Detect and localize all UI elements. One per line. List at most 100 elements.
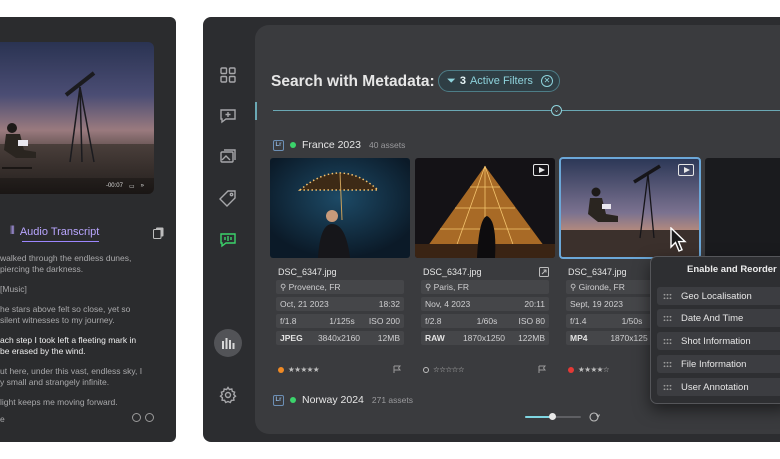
rating-stars: ★★★★☆	[578, 365, 610, 374]
flag-icon[interactable]	[393, 365, 402, 374]
timeline-knob[interactable]: ⌄	[551, 105, 562, 116]
zoom-slider[interactable]	[525, 409, 605, 425]
asset-thumbnail[interactable]	[415, 158, 555, 258]
minus-circle-icon[interactable]	[132, 413, 141, 422]
grid-icon[interactable]	[219, 66, 237, 84]
asset-shutter: 1/50s	[621, 316, 643, 326]
asset-shutter: 1/60s	[476, 316, 498, 326]
drag-handle-icon[interactable]	[663, 360, 672, 368]
statistics-button[interactable]	[214, 329, 242, 357]
asset-date: Oct, 21 2023	[280, 299, 329, 309]
album-header-france[interactable]: Lr France 2023 40 assets	[273, 139, 405, 151]
settings-gear-icon[interactable]	[219, 386, 237, 404]
footer-marker: e	[0, 414, 5, 424]
flag-icon[interactable]	[538, 365, 547, 374]
color-label-dot[interactable]	[423, 366, 429, 373]
skip-forward-icon[interactable]: »	[141, 183, 144, 189]
transcript-line: walked through the endless dunes,	[0, 253, 132, 263]
rotate-icon[interactable]	[588, 411, 600, 423]
video-player[interactable]: -00:07 ▭ »	[0, 42, 154, 194]
copy-icon[interactable]	[153, 227, 164, 239]
zoom-fill	[525, 416, 552, 418]
video-play-icon	[533, 164, 549, 176]
transcript-line: [Music]	[0, 284, 27, 294]
asset-card[interactable]: DSC_6347.jpg ⚲ Paris, FR Nov, 4 2023 20:1…	[415, 158, 555, 374]
asset-thumbnail[interactable]	[270, 158, 410, 258]
waveform-icon: ⦀	[10, 225, 15, 237]
asset-time: 20:11	[524, 299, 545, 309]
person-figure	[2, 123, 36, 169]
video-play-icon	[678, 164, 694, 176]
lightroom-icon: Lr	[273, 394, 284, 406]
page-title: Search with Metadata:	[271, 73, 435, 90]
menu-item-file-information[interactable]: File Information	[657, 355, 780, 373]
asset-rating[interactable]: ★★★★★	[278, 365, 320, 374]
shot-row: f/2.8 1/60s ISO 80	[421, 314, 549, 328]
zoom-knob[interactable]	[548, 413, 556, 420]
tag-icon[interactable]	[219, 189, 237, 207]
rating-stars: ★★★★★	[288, 365, 320, 374]
filter-label: Active Filters	[469, 75, 533, 87]
transcript-line-highlighted: ach step I took left a fleeting mark in	[0, 335, 137, 345]
active-filters-chip[interactable]: ⏷ 3 Active Filters ✕	[438, 70, 560, 92]
file-row: RAW 1870x1250 122MB	[421, 331, 549, 345]
geo-row: ⚲ Paris, FR	[421, 280, 549, 294]
asset-resolution: 3840x2160	[317, 333, 361, 343]
asset-time: 18:32	[378, 299, 400, 309]
menu-item-label: Geo Localisation	[681, 290, 752, 302]
transcript-controls	[132, 413, 154, 422]
transcript-line: piercing the darkness.	[0, 264, 84, 274]
menu-item-label: Shot Information	[681, 335, 751, 347]
status-dot	[290, 397, 296, 403]
telescope-figure	[64, 71, 96, 163]
transcript-line: light keeps me moving forward.	[0, 397, 118, 407]
asset-iso: ISO 80	[518, 316, 545, 326]
asset-rating[interactable]: ☆☆☆☆☆	[423, 365, 465, 374]
asset-format: JPEG	[280, 333, 303, 343]
color-label-dot[interactable]	[568, 366, 574, 373]
accent-marker	[255, 102, 257, 120]
asset-aperture: f/1.8	[280, 316, 297, 326]
drag-handle-icon[interactable]	[663, 292, 672, 300]
timeline-line	[273, 110, 780, 111]
drag-handle-icon[interactable]	[663, 383, 672, 391]
asset-rating[interactable]: ★★★★☆	[568, 365, 610, 374]
menu-item-user-annotation[interactable]: User Annotation	[657, 378, 780, 396]
image-gallery-icon[interactable]	[219, 148, 237, 166]
transcript-line: silent witnesses to my journey.	[0, 315, 115, 325]
drag-handle-icon[interactable]	[663, 314, 672, 322]
transcript-line-highlighted: be erased by the wind.	[0, 346, 86, 356]
asset-iso: ISO 200	[368, 316, 400, 326]
geo-row: ⚲ Provence, FR	[276, 280, 404, 294]
chevron-circle-icon[interactable]	[145, 413, 154, 422]
add-comment-icon[interactable]	[219, 107, 237, 125]
asset-thumbnail[interactable]	[705, 158, 780, 258]
asset-filename: DSC_6347.jpg	[568, 267, 627, 277]
color-label-dot[interactable]	[278, 366, 284, 373]
menu-item-date-and-time[interactable]: Date And Time	[657, 309, 780, 327]
filter-funnel-icon: ⏷	[447, 74, 456, 87]
asset-resolution: 1870x125	[610, 333, 648, 343]
datetime-row: Nov, 4 2023 20:11	[421, 297, 549, 311]
fullscreen-icon[interactable]: ▭	[129, 183, 135, 190]
album-header-norway[interactable]: Lr Norway 2024 271 assets	[273, 394, 413, 406]
expand-icon[interactable]	[539, 267, 549, 277]
bar-chart-icon	[222, 338, 235, 349]
asset-shutter: 1/125s	[329, 316, 355, 326]
menu-item-geo-localisation[interactable]: Geo Localisation	[657, 287, 780, 305]
status-dot	[290, 142, 296, 148]
location-pin-icon: ⚲	[425, 281, 434, 292]
menu-item-shot-information[interactable]: Shot Information	[657, 332, 780, 350]
asset-location: Provence, FR	[288, 282, 341, 292]
drag-handle-icon[interactable]	[663, 337, 672, 345]
clear-filters-icon[interactable]: ✕	[541, 75, 553, 87]
transcript-line: ut here, under this vast, endless sky, I	[0, 366, 143, 376]
file-row: JPEG 3840x2160 12MB	[276, 331, 404, 345]
audio-transcript-icon[interactable]	[219, 231, 237, 249]
asset-location: Gironde, FR	[578, 282, 625, 292]
transcript-line: y small and strangely infinite.	[0, 377, 110, 387]
asset-aperture: f/1.4	[570, 316, 587, 326]
tab-audio-transcript[interactable]: ⦀ Audio Transcript	[10, 225, 100, 242]
transcript-panel: -00:07 ▭ » ⦀ Audio Transcript walked thr…	[0, 17, 176, 442]
asset-card[interactable]: DSC_6347.jpg ⚲ Provence, FR Oct, 21 2023…	[270, 158, 410, 374]
